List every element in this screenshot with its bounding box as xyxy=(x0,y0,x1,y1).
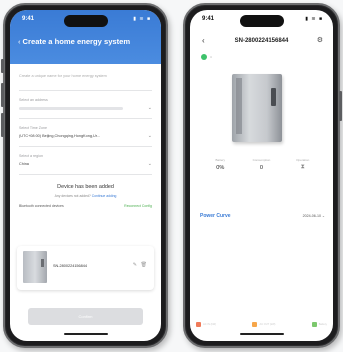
right-phone: 9:41 ▮ ≋ ■ ‹ SN-2800224156844 ⚙ U Batter… xyxy=(183,3,342,348)
stat-value: 0% xyxy=(216,165,225,171)
legend-ac-in: AC IN (kW) xyxy=(196,322,216,327)
online-dot-icon xyxy=(201,54,207,60)
legend-swatch xyxy=(196,322,201,327)
system-name-input[interactable]: Create a unique name for your home energ… xyxy=(19,74,143,78)
stat-value: 0 xyxy=(259,165,264,171)
legend-swatch xyxy=(311,322,317,327)
timezone-label: Select Time Zone xyxy=(19,126,47,130)
device-serial: SN-2800224156844 xyxy=(53,264,87,268)
dynamic-island xyxy=(63,15,108,27)
trash-icon[interactable]: 🗑 xyxy=(141,262,147,268)
system-form: Create a unique name for your home energ… xyxy=(19,68,152,208)
system-name-field[interactable]: Create a unique name for your home energ… xyxy=(19,68,152,91)
chevron-down-icon[interactable]: ⌄ xyxy=(148,133,152,139)
date-value: 2024-06-10 xyxy=(302,214,321,218)
device-stats: Battery 0% Consumption 0 Operation ⧗ xyxy=(200,158,323,171)
added-sub-text: Any devices not added? xyxy=(54,194,91,198)
gear-icon[interactable]: ⚙ xyxy=(317,36,323,44)
home-indicator xyxy=(239,333,284,335)
bluetooth-row: Bluetooth connected devices Reconnect Co… xyxy=(19,204,152,208)
reconnect-link[interactable]: Reconnect Config xyxy=(124,204,152,208)
chevron-down-icon: ⌄ xyxy=(321,214,325,218)
left-phone-volume-down-button xyxy=(1,113,4,137)
timezone-field[interactable]: Select Time Zone (UTC+08:00) Beijing,Cho… xyxy=(19,124,152,147)
device-added-title: Device has been added xyxy=(57,184,114,190)
legend-label: Battery xyxy=(318,323,327,326)
legend-battery: Battery xyxy=(311,322,327,327)
status-icons: ▮ ≋ ■ xyxy=(305,16,323,22)
legend-swatch xyxy=(252,322,258,327)
timezone-value: (UTC+08:00) Beijing,Chongqing,HongKong,U… xyxy=(19,134,100,138)
online-status: U xyxy=(201,54,212,60)
chart-legend: AC IN (kW) AC OUT (kW) Battery xyxy=(196,322,327,327)
battery-unit-image xyxy=(232,74,282,142)
left-phone-mute-button xyxy=(1,59,4,73)
left-phone: 9:41 ▮ ≋ ■ ‹ Create a home energy system … xyxy=(1,3,168,348)
stat-label: Consumption xyxy=(252,158,271,162)
device-serial-title: SN-2800224156844 xyxy=(234,38,289,44)
page-title: ‹ Create a home energy system xyxy=(18,37,157,46)
page-title-text: Create a home energy system xyxy=(22,37,131,46)
device-card[interactable]: SN-2800224156844 ✎ 🗑 xyxy=(17,246,154,290)
region-field[interactable]: Select a region China ⌄ xyxy=(19,152,152,175)
power-curve-header: Power Curve 2024-06-10 ⌄ xyxy=(200,213,325,219)
right-screen: 9:41 ▮ ≋ ■ ‹ SN-2800224156844 ⚙ U Batter… xyxy=(190,10,333,341)
address-field[interactable]: Select an address ⌄ xyxy=(19,96,152,119)
legend-ac-out: AC OUT (kW) xyxy=(252,322,275,327)
home-indicator xyxy=(63,333,108,335)
legend-label: AC IN (kW) xyxy=(203,323,217,326)
right-phone-power-button xyxy=(339,91,342,121)
address-label: Select an address xyxy=(19,98,48,102)
continue-adding-row: Any devices not added? Continue adding xyxy=(19,194,152,198)
chevron-down-icon[interactable]: ⌄ xyxy=(148,161,152,167)
status-time: 9:41 xyxy=(22,16,35,22)
region-label: Select a region xyxy=(19,154,43,158)
region-value: China xyxy=(19,162,29,166)
edit-icon[interactable]: ✎ xyxy=(133,262,137,268)
left-phone-volume-up-button xyxy=(1,83,4,107)
status-icons: ▮ ≋ ■ xyxy=(133,16,151,22)
confirm-button[interactable]: Confirm xyxy=(28,308,143,325)
back-chevron-icon[interactable]: ‹ xyxy=(18,37,21,46)
stat-label: Operation xyxy=(296,158,310,162)
legend-label: AC OUT (kW) xyxy=(259,323,276,326)
stat-battery: Battery 0% xyxy=(200,158,241,171)
online-status-text: U xyxy=(210,55,213,59)
status-time: 9:41 xyxy=(202,16,215,22)
chevron-down-icon[interactable]: ⌄ xyxy=(148,105,152,111)
stat-label: Battery xyxy=(215,158,226,162)
dynamic-island xyxy=(239,15,284,27)
stat-consumption: Consumption 0 xyxy=(241,158,282,171)
hourglass-icon: ⧗ xyxy=(300,164,305,170)
address-value xyxy=(19,107,123,110)
battery-unit-side-panel xyxy=(236,78,242,134)
bluetooth-label: Bluetooth connected devices xyxy=(19,204,64,208)
power-curve-title: Power Curve xyxy=(200,213,231,219)
continue-adding-link[interactable]: Continue adding xyxy=(92,194,117,198)
left-screen: 9:41 ▮ ≋ ■ ‹ Create a home energy system … xyxy=(10,10,161,341)
stat-operation: Operation ⧗ xyxy=(282,158,323,171)
date-selector[interactable]: 2024-06-10 ⌄ xyxy=(303,214,325,218)
battery-unit-handle xyxy=(271,88,276,106)
device-header: ‹ SN-2800224156844 ⚙ xyxy=(190,34,333,48)
device-thumbnail xyxy=(23,251,47,283)
